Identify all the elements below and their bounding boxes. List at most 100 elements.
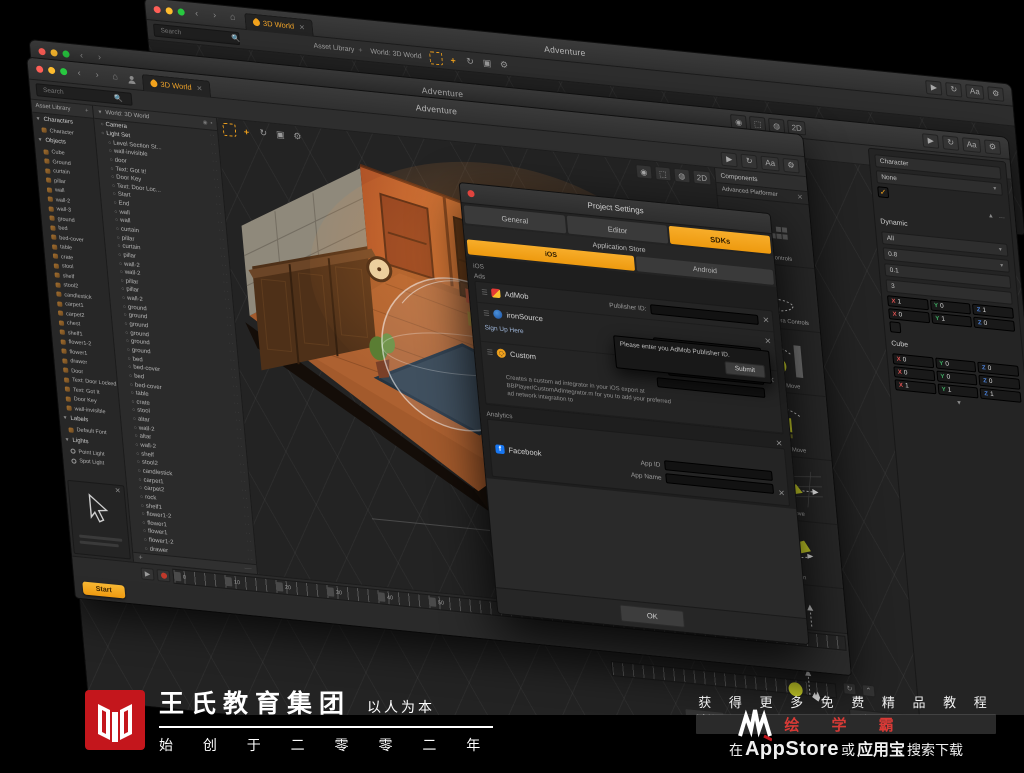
timeline-mark[interactable]: 40 — [377, 590, 429, 608]
outliner-header[interactable]: World: 3D World — [370, 48, 422, 60]
timeline-mark[interactable]: 20 — [275, 580, 327, 598]
timeline-play-icon[interactable]: ▶ — [140, 566, 155, 581]
timeline-mark[interactable]: 10 — [224, 575, 276, 593]
z-field[interactable]: Z1 — [979, 387, 1022, 403]
snap-icon[interactable]: ⬚ — [654, 165, 672, 182]
remove-section-icon[interactable]: ✕ — [775, 438, 783, 448]
timeline-record-icon[interactable] — [156, 568, 171, 582]
minimize-window-button[interactable] — [165, 7, 173, 15]
close-icon[interactable]: ✕ — [115, 487, 122, 496]
move-tool-icon[interactable]: + — [446, 53, 460, 67]
minimize-window-button[interactable] — [47, 66, 56, 75]
rotate-tool-icon[interactable]: ↻ — [463, 55, 477, 69]
forward-icon[interactable]: › — [93, 52, 106, 62]
ok-button[interactable]: OK — [619, 604, 686, 628]
search-input[interactable] — [158, 26, 229, 43]
window-controls[interactable] — [153, 5, 185, 16]
account-icon[interactable] — [127, 74, 137, 84]
submit-button[interactable]: Submit — [724, 361, 766, 379]
signup-link[interactable]: Sign Up Here — [484, 324, 524, 335]
drag-handle-icon[interactable]: ☰ — [481, 288, 488, 297]
gear-icon[interactable]: ⚙ — [782, 157, 800, 173]
timeline-mark[interactable]: 30 — [326, 585, 378, 603]
company-name: 王氏教育集团 — [159, 690, 352, 718]
drag-handle-icon[interactable]: ☰ — [483, 309, 490, 318]
scrollbar-handle[interactable]: — — [244, 565, 252, 573]
select-tool-icon[interactable] — [222, 122, 237, 137]
forward-icon[interactable]: › — [91, 69, 104, 80]
tab-close-icon[interactable]: ✕ — [299, 23, 306, 32]
timeline-mark[interactable]: 0 — [173, 570, 225, 588]
mode-2d-icon[interactable]: 2D — [692, 169, 712, 186]
add-asset-icon[interactable]: + — [358, 47, 363, 54]
remove-sdk-icon[interactable]: ✕ — [764, 336, 772, 346]
y-field[interactable]: Y1 — [930, 312, 973, 328]
move-tool-icon[interactable]: + — [239, 124, 253, 138]
home-icon[interactable]: ⌂ — [226, 11, 239, 22]
search-input[interactable] — [40, 85, 112, 102]
gear-icon[interactable]: ⚙ — [983, 138, 1002, 155]
keyframe-chip[interactable] — [377, 592, 386, 602]
collapse-icon[interactable]: ▲ — [988, 213, 995, 223]
close-icon[interactable]: ✕ — [797, 193, 804, 202]
rotate-tool-icon[interactable]: ↻ — [256, 126, 270, 140]
scale-tool-icon[interactable]: ▣ — [480, 56, 494, 70]
drag-handle-icon[interactable]: ☰ — [486, 348, 493, 357]
settings-tool-icon[interactable]: ⚙ — [497, 58, 511, 72]
lock-icon[interactable]: ▪ — [210, 121, 212, 127]
zoom-window-button[interactable] — [177, 8, 185, 16]
more-icon[interactable]: ⋯ — [999, 214, 1006, 224]
zoom-window-button[interactable] — [59, 67, 68, 76]
x-field[interactable]: X1 — [894, 379, 937, 395]
keyframe-chip[interactable] — [326, 587, 335, 597]
unchecked-checkbox[interactable]: ✓ — [889, 321, 902, 334]
select-tool-icon[interactable] — [429, 51, 444, 66]
keyframe-chip[interactable] — [173, 571, 182, 582]
back-icon[interactable]: ‹ — [73, 68, 86, 78]
close-window-button[interactable] — [35, 65, 44, 74]
keyframe-chip[interactable] — [224, 576, 233, 587]
home-icon[interactable]: ⌂ — [109, 71, 122, 82]
close-window-button[interactable] — [153, 5, 161, 14]
camera-icon[interactable]: ◉ — [635, 163, 653, 180]
window-controls[interactable] — [35, 65, 68, 76]
reload-icon[interactable]: ↻ — [945, 81, 963, 98]
text-tool-icon[interactable]: Aa — [760, 155, 780, 171]
tab-close-icon[interactable]: ✕ — [196, 84, 203, 93]
group-label: Objects — [45, 137, 67, 146]
play-icon[interactable]: ▶ — [922, 132, 940, 149]
minimize-window-button[interactable] — [50, 49, 58, 57]
window-controls[interactable] — [38, 47, 70, 58]
timeline-mark[interactable]: 50 — [428, 595, 480, 613]
reload-icon[interactable]: ↻ — [942, 134, 960, 151]
add-asset-icon[interactable]: + — [85, 108, 89, 114]
start-button[interactable]: Start — [82, 580, 126, 599]
play-icon[interactable]: ▶ — [720, 151, 738, 167]
close-window-button[interactable] — [38, 47, 46, 56]
forward-icon[interactable]: › — [208, 10, 221, 20]
asset-library-header[interactable]: Asset Library + — [313, 43, 363, 55]
zoom-window-button[interactable] — [62, 50, 70, 58]
play-icon[interactable]: ▶ — [925, 79, 943, 96]
ironsource-label: ironSource — [506, 310, 544, 324]
enabled-checkbox[interactable]: ✓ — [877, 186, 890, 199]
add-node-icon[interactable]: + — [138, 554, 143, 561]
y-field[interactable]: Y1 — [937, 383, 979, 399]
remove-sdk-icon[interactable]: ✕ — [762, 315, 770, 325]
text-tool-icon[interactable]: Aa — [965, 83, 985, 100]
remove-sdk-icon[interactable]: ✕ — [778, 489, 786, 499]
keyframe-chip[interactable] — [428, 597, 437, 607]
gear-icon[interactable]: ⚙ — [987, 85, 1005, 102]
reload-icon[interactable]: ↻ — [740, 153, 758, 169]
globe-icon[interactable]: ◍ — [673, 167, 691, 184]
z-field[interactable]: Z0 — [973, 316, 1016, 332]
back-icon[interactable]: ‹ — [190, 8, 203, 19]
keyframe-chip[interactable] — [275, 581, 284, 592]
scale-tool-icon[interactable]: ▣ — [273, 128, 287, 142]
dialog-close-button[interactable] — [467, 189, 475, 198]
components-header-label: Components — [720, 172, 758, 183]
text-tool-icon[interactable]: Aa — [962, 136, 982, 153]
back-icon[interactable]: ‹ — [75, 50, 88, 61]
settings-tool-icon[interactable]: ⚙ — [290, 130, 304, 144]
visibility-icon[interactable]: ◉ — [203, 120, 208, 126]
